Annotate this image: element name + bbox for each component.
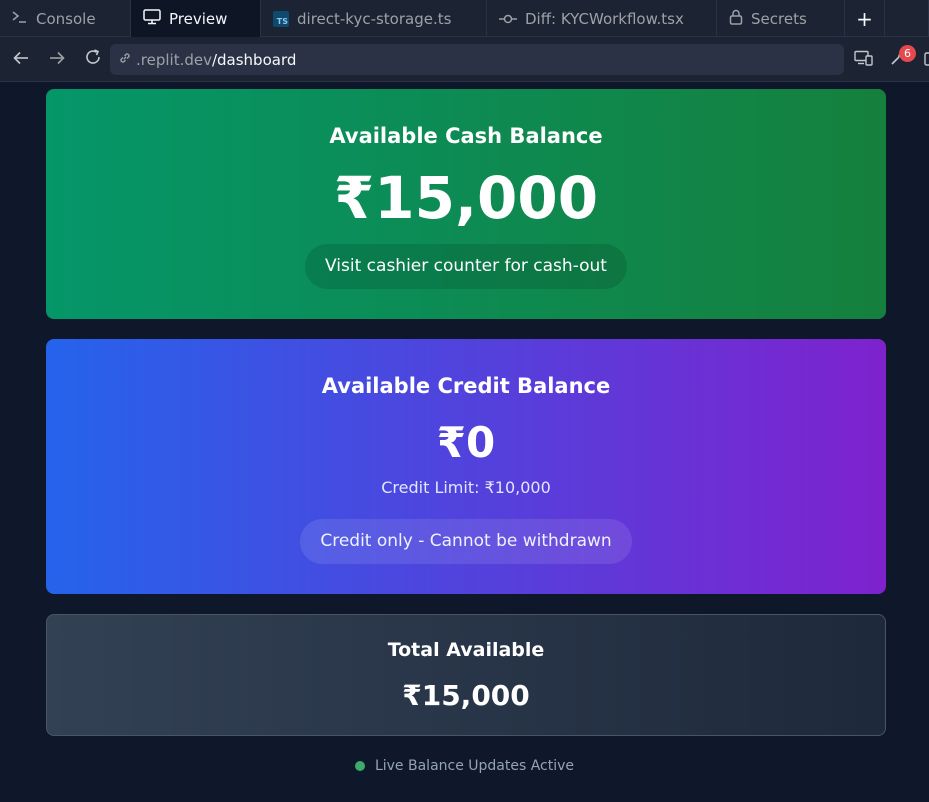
tab-direct-kyc-storage[interactable]: TS direct-kyc-storage.ts	[261, 0, 487, 37]
devices-button[interactable]	[850, 46, 878, 74]
dashboard-content: Available Cash Balance ₹15,000 Visit cas…	[0, 82, 929, 802]
notification-badge: 6	[899, 44, 916, 62]
cash-out-note: Visit cashier counter for cash-out	[305, 244, 627, 289]
url-input[interactable]: .replit.dev/dashboard	[110, 44, 844, 75]
new-tab-button[interactable]: +	[845, 0, 885, 37]
cash-balance-amount: ₹15,000	[333, 164, 599, 232]
tab-label: Secrets	[751, 9, 807, 28]
tab-preview[interactable]: Preview	[131, 0, 261, 37]
credit-limit: Credit Limit: ₹10,000	[381, 478, 551, 497]
cash-balance-card: Available Cash Balance ₹15,000 Visit cas…	[46, 89, 886, 319]
forward-button[interactable]	[39, 41, 75, 77]
reload-button[interactable]	[75, 41, 111, 77]
total-available-title: Total Available	[387, 639, 545, 661]
reload-icon	[84, 48, 102, 70]
external-link-icon	[924, 50, 929, 70]
git-commit-icon	[499, 10, 517, 28]
tab-secrets[interactable]: Secrets	[717, 0, 845, 37]
open-new-window-button[interactable]	[918, 46, 929, 74]
live-status: Live Balance Updates Active	[0, 758, 929, 774]
lock-icon	[729, 9, 743, 29]
url-host: .replit.dev	[136, 50, 212, 69]
plus-icon: +	[856, 6, 873, 31]
monitor-icon	[143, 8, 161, 29]
preview-actions: 6	[850, 37, 929, 82]
link-icon	[118, 51, 132, 69]
tab-label: direct-kyc-storage.ts	[297, 9, 452, 28]
status-dot	[354, 761, 365, 771]
typescript-file-icon: TS	[273, 10, 289, 27]
tab-diff-kycworkflow[interactable]: Diff: KYCWorkflow.tsx	[487, 0, 717, 37]
arrow-right-icon	[49, 50, 65, 69]
terminal-icon	[12, 10, 28, 28]
editor-tab-bar: Console Preview TS direct-kyc-storage.ts…	[0, 0, 929, 37]
preview-url-bar: .replit.dev/dashboard 6	[0, 37, 929, 82]
arrow-left-icon	[13, 50, 29, 69]
tab-console[interactable]: Console	[0, 0, 131, 37]
back-button[interactable]	[3, 41, 39, 77]
total-available-card: Total Available ₹15,000	[46, 614, 886, 736]
credit-balance-card: Available Credit Balance ₹0 Credit Limit…	[46, 339, 886, 594]
devices-icon	[854, 50, 874, 70]
tab-label: Diff: KYCWorkflow.tsx	[525, 9, 684, 28]
url-path: /dashboard	[211, 50, 297, 69]
credit-balance-amount: ₹0	[436, 418, 496, 467]
devtools-button[interactable]: 6	[884, 44, 916, 74]
cash-balance-title: Available Cash Balance	[329, 124, 603, 148]
credit-balance-title: Available Credit Balance	[321, 374, 611, 398]
live-status-text: Live Balance Updates Active	[374, 758, 575, 774]
credit-only-note: Credit only - Cannot be withdrawn	[300, 519, 632, 564]
tab-label: Preview	[169, 9, 228, 28]
tab-label: Console	[36, 9, 96, 28]
tab-overflow[interactable]	[885, 0, 929, 37]
total-available-amount: ₹15,000	[402, 679, 530, 712]
